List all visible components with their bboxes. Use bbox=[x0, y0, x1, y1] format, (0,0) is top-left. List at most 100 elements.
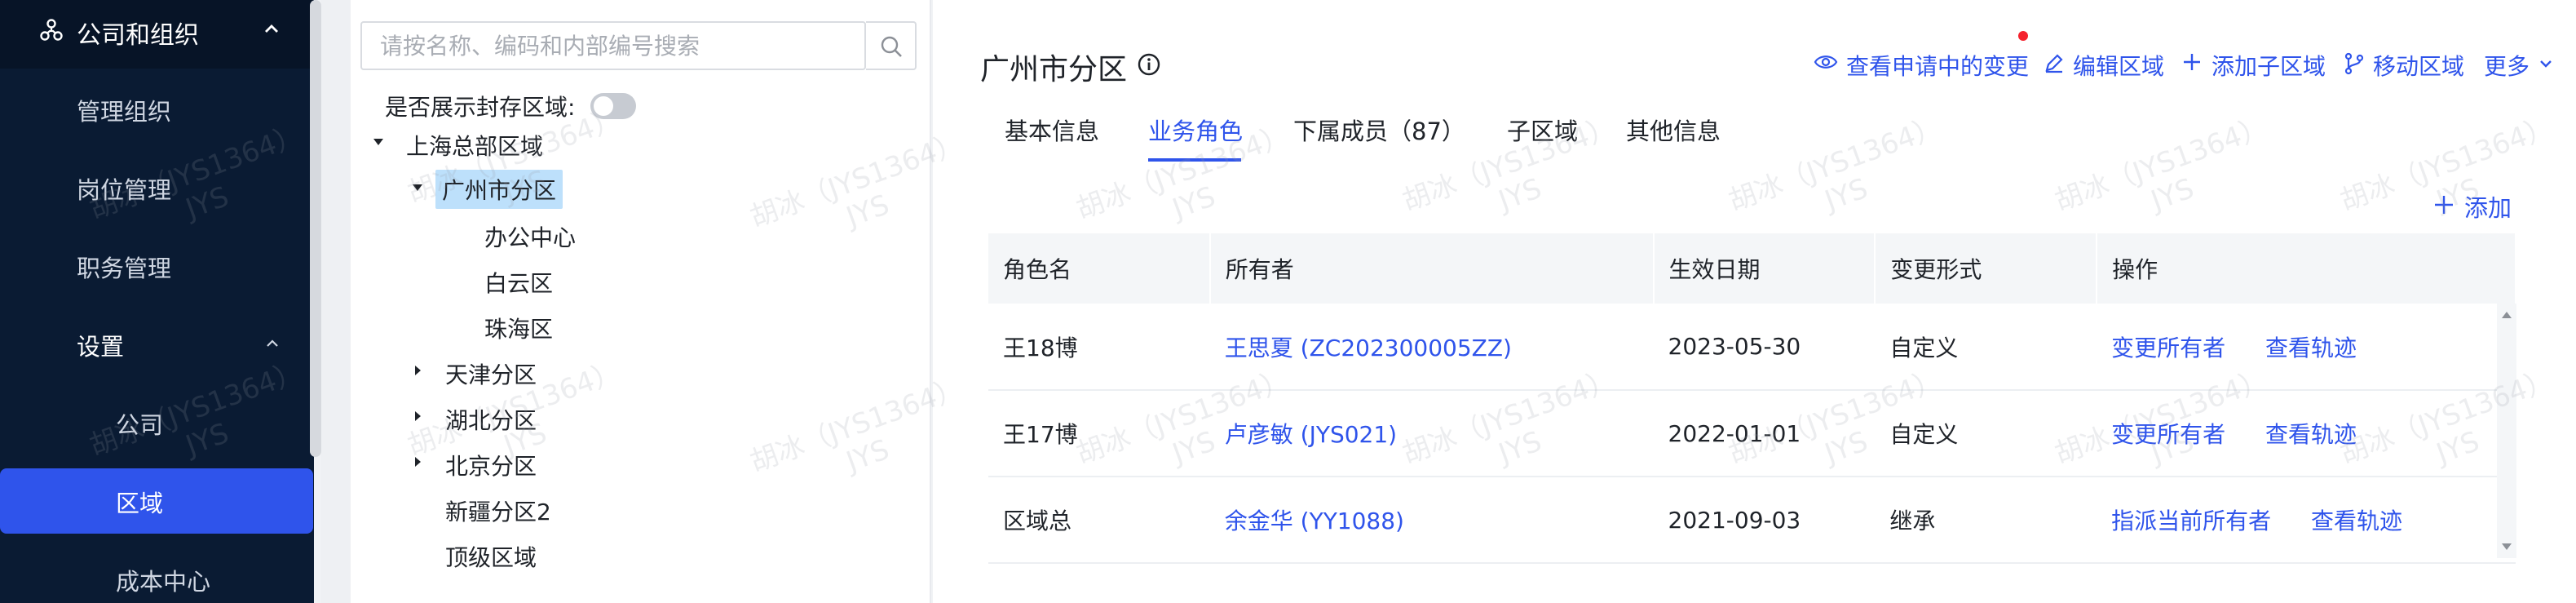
notification-dot bbox=[2018, 31, 2028, 41]
sidebar: 公司和组织 管理组织 岗位管理 职务管理 设置 公司 区域 成本中心 bbox=[0, 0, 314, 603]
cell-role: 区域总 bbox=[988, 477, 1210, 564]
sidebar-item-cost-center[interactable]: 成本中心 bbox=[0, 547, 314, 603]
sidebar-section-label: 公司和组织 bbox=[77, 21, 199, 50]
sidebar-section-company-org[interactable]: 公司和组织 bbox=[0, 0, 314, 69]
caret-down-icon[interactable] bbox=[409, 180, 426, 196]
move-region-label: 移动区域 bbox=[2373, 53, 2465, 80]
eye-icon bbox=[1814, 55, 1838, 69]
page-title: 广州市分区 bbox=[980, 53, 1128, 86]
sidebar-item-label: 岗位管理 bbox=[77, 176, 172, 204]
plus-icon bbox=[2435, 196, 2453, 214]
sidebar-item-label: 公司 bbox=[116, 411, 164, 439]
cell-date: 2022-01-01 bbox=[1653, 390, 1876, 477]
app-root: 公司和组织 管理组织 岗位管理 职务管理 设置 公司 区域 成本中心 请按名称、… bbox=[0, 0, 2576, 603]
tab-bar: 基本信息 业务角色 下属成员（87） 子区域 其他信息 bbox=[933, 106, 2576, 168]
tab-business-roles[interactable]: 业务角色 bbox=[1148, 113, 1243, 147]
sidebar-item-label: 成本中心 bbox=[116, 568, 211, 596]
tree-node-label: 湖北分区 bbox=[445, 407, 537, 434]
edit-region-label: 编辑区域 bbox=[2073, 53, 2165, 80]
tree-node-label: 新疆分区2 bbox=[445, 499, 551, 525]
org-icon bbox=[40, 19, 63, 41]
add-role-label: 添加 bbox=[2464, 194, 2512, 222]
panel-gap bbox=[321, 0, 351, 603]
chevron-down-icon bbox=[2540, 60, 2552, 68]
sidebar-item-manage-org[interactable]: 管理组织 bbox=[0, 77, 314, 142]
scroll-up-arrow[interactable] bbox=[2502, 312, 2512, 318]
cell-role: 王18博 bbox=[988, 304, 1210, 391]
tree-node-label: 顶级区域 bbox=[445, 544, 537, 571]
plus-icon bbox=[2184, 54, 2200, 70]
owner-link[interactable]: 余金华 (YY1088) bbox=[1225, 508, 1404, 534]
cell-date: 2023-05-30 bbox=[1653, 304, 1876, 391]
owner-link[interactable]: 王思夏 (ZC202300005ZZ) bbox=[1225, 335, 1512, 361]
more-label: 更多 bbox=[2484, 53, 2530, 80]
column-header-actions: 操作 bbox=[2097, 233, 2516, 304]
tree-node-label: 广州市分区 bbox=[435, 170, 563, 209]
archive-toggle[interactable] bbox=[590, 93, 636, 119]
sidebar-item-duty[interactable]: 职务管理 bbox=[0, 233, 314, 299]
tree-node-label: 上海总部区域 bbox=[406, 133, 544, 160]
tree-node-label: 天津分区 bbox=[445, 361, 537, 388]
change-owner-link[interactable]: 变更所有者 bbox=[2111, 335, 2225, 361]
table-row: 区域总 余金华 (YY1088) 2021-09-03 继承 指派当前所有者 查… bbox=[988, 477, 2516, 564]
cell-role: 王17博 bbox=[988, 390, 1210, 477]
tab-other-info[interactable]: 其他信息 bbox=[1626, 113, 1721, 147]
region-tree-panel: 是否展示封存区域: 上海总部区域 广州市分区 办公中心 白云区 珠海区 天津分区… bbox=[351, 0, 931, 603]
sidebar-scrollbar[interactable] bbox=[310, 0, 321, 457]
tab-sub-regions[interactable]: 子区域 bbox=[1507, 113, 1578, 147]
toggle-knob bbox=[594, 96, 613, 116]
edit-icon bbox=[2045, 54, 2063, 73]
owner-link[interactable]: 卢彦敏 (JYS021) bbox=[1225, 421, 1397, 448]
search-button[interactable] bbox=[866, 21, 917, 70]
chevron-up-icon bbox=[265, 24, 278, 33]
cell-change-type: 继承 bbox=[1875, 477, 2097, 564]
table-row: 王18博 王思夏 (ZC202300005ZZ) 2023-05-30 自定义 … bbox=[988, 304, 2516, 391]
sidebar-item-settings[interactable]: 设置 bbox=[0, 312, 314, 377]
assign-owner-link[interactable]: 指派当前所有者 bbox=[2111, 508, 2271, 534]
view-trace-link[interactable]: 查看轨迹 bbox=[2311, 508, 2402, 534]
table-header-row: 角色名 所有者 生效日期 变更形式 操作 bbox=[988, 233, 2516, 304]
sidebar-item-label: 管理组织 bbox=[77, 98, 172, 126]
tree-node-label: 办公中心 bbox=[484, 224, 577, 251]
cell-change-type: 自定义 bbox=[1875, 390, 2097, 477]
view-trace-link[interactable]: 查看轨迹 bbox=[2265, 421, 2357, 448]
column-header-date: 生效日期 bbox=[1653, 233, 1876, 304]
tab-basic-info[interactable]: 基本信息 bbox=[1005, 113, 1099, 147]
active-tab-indicator bbox=[1148, 158, 1241, 162]
search-box bbox=[360, 21, 866, 70]
caret-down-icon[interactable] bbox=[370, 134, 387, 150]
archive-toggle-label: 是否展示封存区域: bbox=[385, 94, 576, 121]
caret-right-icon[interactable] bbox=[409, 454, 426, 470]
column-header-change-type: 变更形式 bbox=[1875, 233, 2098, 304]
view-trace-link[interactable]: 查看轨迹 bbox=[2265, 335, 2357, 361]
tree-node-label: 白云区 bbox=[484, 270, 554, 297]
tree-node-label: 珠海区 bbox=[484, 316, 554, 343]
chevron-up-icon bbox=[267, 339, 278, 347]
scroll-down-arrow[interactable] bbox=[2502, 543, 2512, 550]
search-icon bbox=[881, 36, 902, 57]
caret-right-icon[interactable] bbox=[409, 408, 426, 424]
info-icon[interactable] bbox=[1137, 52, 1161, 77]
cell-date: 2021-09-03 bbox=[1653, 477, 1876, 564]
sidebar-item-label: 职务管理 bbox=[77, 255, 172, 282]
view-pending-label: 查看申请中的变更 bbox=[1846, 53, 2030, 80]
caret-right-icon[interactable] bbox=[409, 362, 426, 379]
branch-icon bbox=[2344, 52, 2364, 75]
tab-members[interactable]: 下属成员（87） bbox=[1293, 113, 1465, 147]
search-input[interactable] bbox=[362, 23, 866, 69]
business-roles-table: 角色名 所有者 生效日期 变更形式 操作 王18博 王思夏 (ZC2023000… bbox=[988, 233, 2516, 564]
change-owner-link[interactable]: 变更所有者 bbox=[2111, 421, 2225, 448]
sidebar-item-label: 区域 bbox=[116, 490, 164, 517]
column-header-role: 角色名 bbox=[988, 233, 1211, 304]
tree-node-label: 北京分区 bbox=[445, 453, 537, 480]
add-child-region-label: 添加子区域 bbox=[2211, 53, 2326, 80]
table-row: 王17博 卢彦敏 (JYS021) 2022-01-01 自定义 变更所有者 查… bbox=[988, 390, 2516, 477]
main-panel: 广州市分区 查看申请中的变更 编辑区域 添加子区域 移动区域 更多 基本信息 业… bbox=[933, 0, 2576, 603]
table-scrollbar[interactable] bbox=[2497, 304, 2516, 558]
sidebar-item-region[interactable]: 区域 bbox=[0, 468, 313, 534]
sidebar-item-company[interactable]: 公司 bbox=[0, 390, 314, 455]
cell-change-type: 自定义 bbox=[1875, 304, 2097, 391]
column-header-owner: 所有者 bbox=[1209, 233, 1655, 304]
sidebar-item-position[interactable]: 岗位管理 bbox=[0, 155, 314, 220]
sidebar-item-label: 设置 bbox=[77, 333, 125, 361]
